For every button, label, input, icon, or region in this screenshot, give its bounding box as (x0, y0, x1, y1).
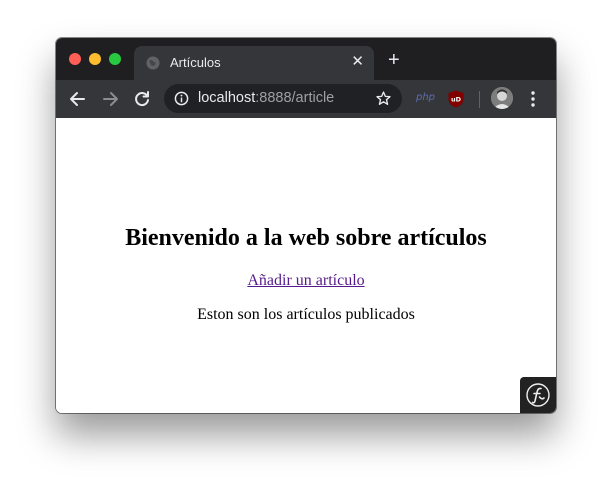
page-content: Bienvenido a la web sobre artículos Añad… (56, 118, 556, 413)
toolbar-divider (479, 91, 480, 108)
globe-icon (146, 56, 160, 70)
ublock-extension-icon[interactable]: uD (448, 90, 464, 108)
ublock-label: uD (451, 96, 462, 104)
page-title: Bienvenido a la web sobre artículos (125, 225, 487, 251)
new-tab-button[interactable]: + (388, 50, 400, 70)
symfony-toolbar-toggle[interactable] (520, 377, 556, 413)
star-icon[interactable] (375, 90, 392, 107)
arrow-right-icon[interactable] (100, 89, 120, 109)
minimize-window-button[interactable] (89, 53, 101, 65)
symfony-logo-icon (526, 383, 550, 407)
browser-toolbar: localhost:8888/article php uD (56, 80, 556, 118)
tab-articulos[interactable]: Artículos ✕ (134, 46, 374, 80)
php-extension-icon[interactable]: php (416, 92, 435, 103)
info-icon[interactable] (174, 91, 189, 106)
profile-avatar[interactable] (491, 87, 513, 109)
arrow-left-icon[interactable] (68, 89, 88, 109)
close-window-button[interactable] (69, 53, 81, 65)
add-article-link-row: Añadir un artículo (56, 272, 556, 290)
avatar-image (491, 87, 513, 109)
maximize-window-button[interactable] (109, 53, 121, 65)
tab-title: Artículos (170, 55, 221, 70)
reload-icon[interactable] (132, 89, 152, 109)
address-bar[interactable]: localhost:8888/article (164, 84, 402, 113)
browser-window: Artículos ✕ + localhost:8888/article php… (56, 38, 556, 413)
tab-close-icon[interactable]: ✕ (351, 54, 364, 70)
url-host: localhost (198, 90, 256, 106)
tab-strip: Artículos ✕ + (56, 38, 556, 80)
kebab-menu-icon[interactable] (530, 91, 536, 107)
add-article-link[interactable]: Añadir un artículo (247, 272, 364, 289)
url-path: :8888/article (255, 90, 335, 106)
published-articles-text: Eston son los artículos publicados (197, 306, 415, 323)
url-text[interactable]: localhost:8888/article (198, 90, 334, 106)
